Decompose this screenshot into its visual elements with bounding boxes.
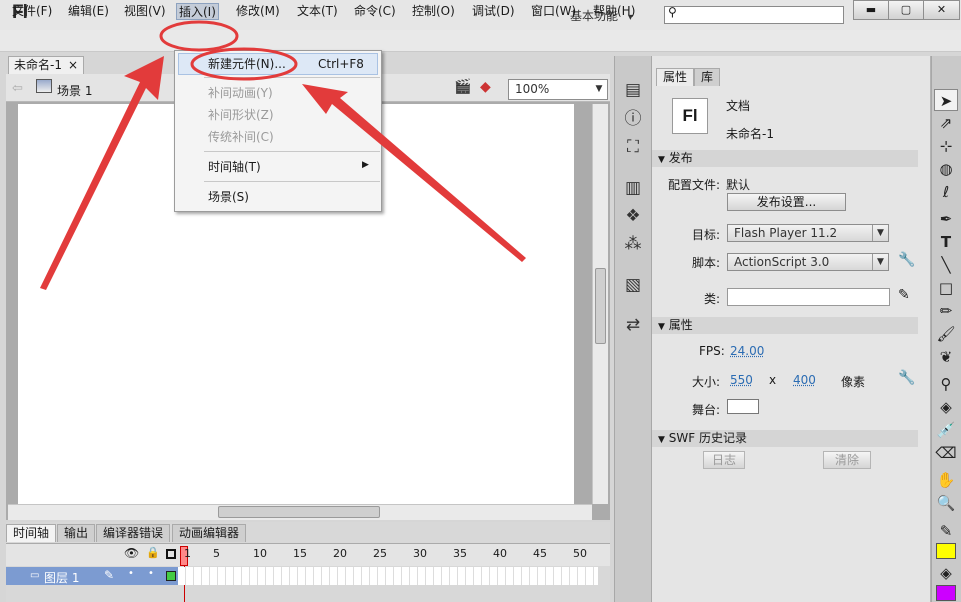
annotation-circle-new-symbol (190, 47, 298, 81)
annotation-arrow-left (40, 56, 164, 290)
annotation-overlay (40, 20, 526, 290)
annotation-circle-insert (159, 20, 239, 52)
annotation-arrow-right (302, 84, 526, 262)
